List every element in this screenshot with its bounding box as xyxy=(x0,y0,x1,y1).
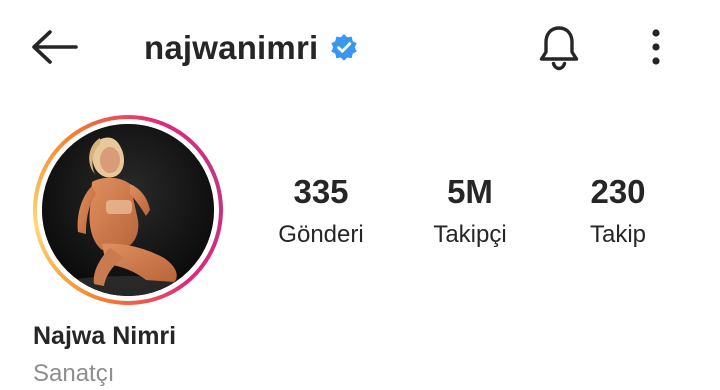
following-stat[interactable]: 230 Takip xyxy=(543,172,693,252)
profile-category: Sanatçı xyxy=(33,360,115,387)
followers-label: Takipçi xyxy=(433,221,507,248)
following-label: Takip xyxy=(589,221,647,248)
following-count: 230 xyxy=(590,173,646,210)
profile-header: najwanimri xyxy=(0,0,720,96)
display-name: Najwa Nimri xyxy=(33,322,177,350)
more-options-button[interactable] xyxy=(636,22,676,72)
arrow-left-icon xyxy=(32,30,78,64)
username: najwanimri xyxy=(144,29,319,66)
bell-icon xyxy=(539,26,579,71)
back-button[interactable] xyxy=(24,22,84,72)
followers-count: 5M xyxy=(447,173,493,210)
posts-stat[interactable]: 335 Gönderi xyxy=(246,172,396,252)
posts-count: 335 xyxy=(293,173,349,210)
username-title: najwanimri xyxy=(144,24,360,72)
posts-label: Gönderi xyxy=(278,221,364,248)
avatar-gap xyxy=(37,119,219,301)
followers-stat[interactable]: 5M Takipçi xyxy=(395,172,545,252)
avatar xyxy=(42,124,214,296)
notifications-button[interactable] xyxy=(530,20,588,74)
story-ring[interactable] xyxy=(33,115,223,305)
more-vertical-icon xyxy=(652,29,660,65)
verified-badge-icon xyxy=(328,32,360,64)
